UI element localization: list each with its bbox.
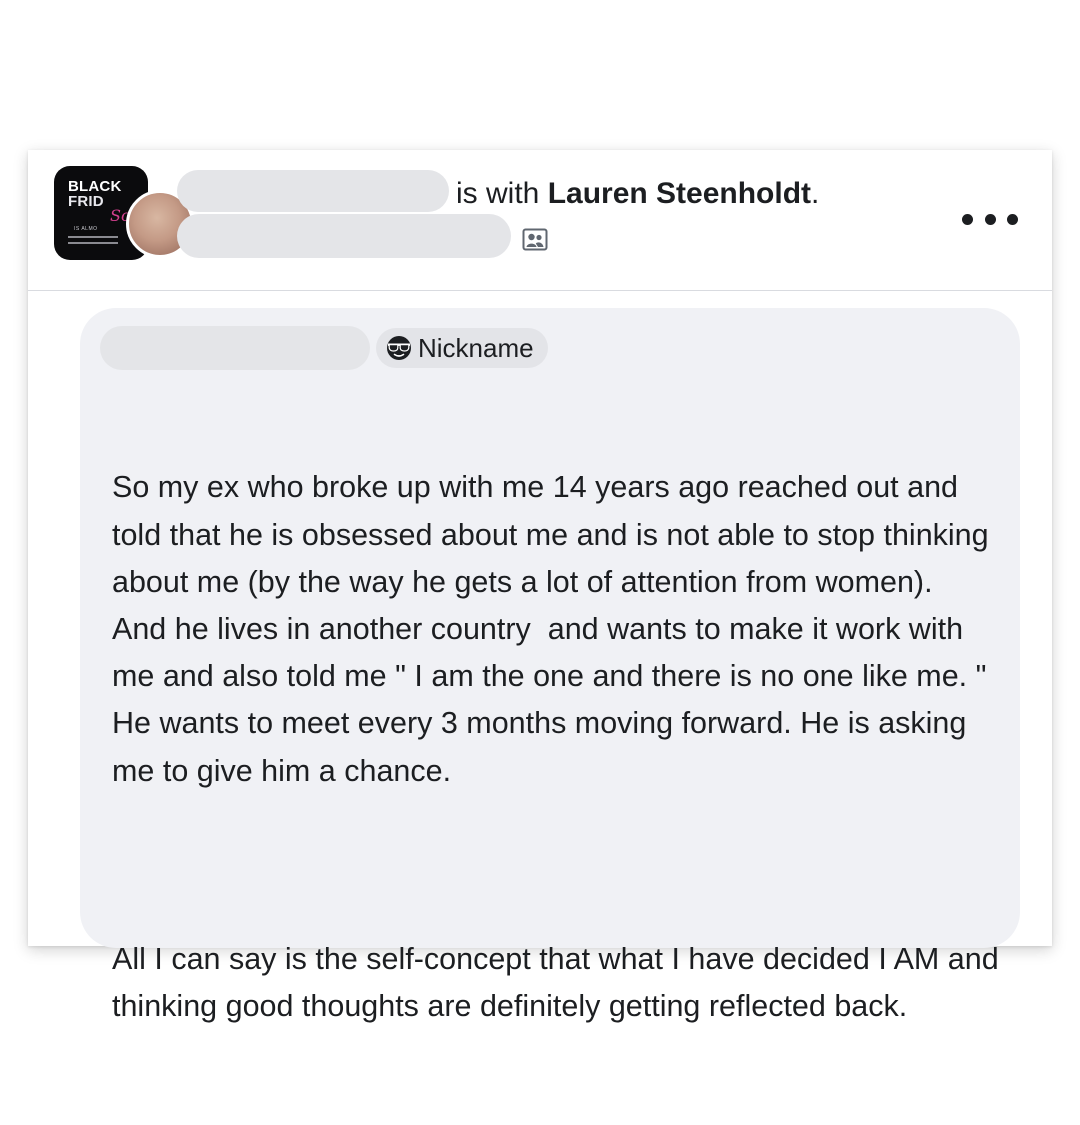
with-prefix: is with bbox=[456, 177, 548, 210]
comment-paragraph: So my ex who broke up with me 14 years a… bbox=[112, 470, 998, 788]
group-avatar-small-text: IS ALMO bbox=[74, 226, 98, 232]
nickname-label: Nickname bbox=[418, 332, 534, 363]
group-avatar-fine-print bbox=[68, 242, 118, 244]
more-options-icon bbox=[962, 213, 973, 225]
sunglasses-face-icon bbox=[387, 336, 411, 360]
post-card: BLACK FRID So IS ALMO is with Lauren Ste… bbox=[28, 150, 1052, 1023]
nickname-badge[interactable]: Nickname bbox=[376, 328, 548, 368]
post-header: BLACK FRID So IS ALMO is with Lauren Ste… bbox=[28, 150, 1052, 291]
members-icon bbox=[522, 228, 548, 251]
more-options-button[interactable] bbox=[962, 204, 1018, 234]
group-avatar-fine-print bbox=[68, 236, 118, 238]
tagged-with-line: is with Lauren Steenholdt. bbox=[456, 174, 819, 214]
tagged-user-name[interactable]: Lauren Steenholdt bbox=[548, 177, 811, 210]
redacted-post-meta bbox=[177, 214, 511, 258]
comment-paragraph: All I can say is the self-concept that w… bbox=[112, 942, 1008, 1024]
redacted-commenter-name bbox=[100, 326, 370, 370]
more-options-icon bbox=[1007, 213, 1018, 225]
group-avatar-text-line1: BLACK bbox=[68, 178, 122, 195]
group-avatar-text-line2: FRID bbox=[68, 193, 104, 210]
comment-bubble: Nickname So my ex who broke up with me 1… bbox=[80, 308, 1020, 1023]
with-suffix: . bbox=[811, 177, 820, 210]
redacted-author-name bbox=[177, 170, 449, 212]
more-options-icon bbox=[984, 213, 996, 225]
comment-text: So my ex who broke up with me 14 years a… bbox=[112, 370, 1002, 1125]
